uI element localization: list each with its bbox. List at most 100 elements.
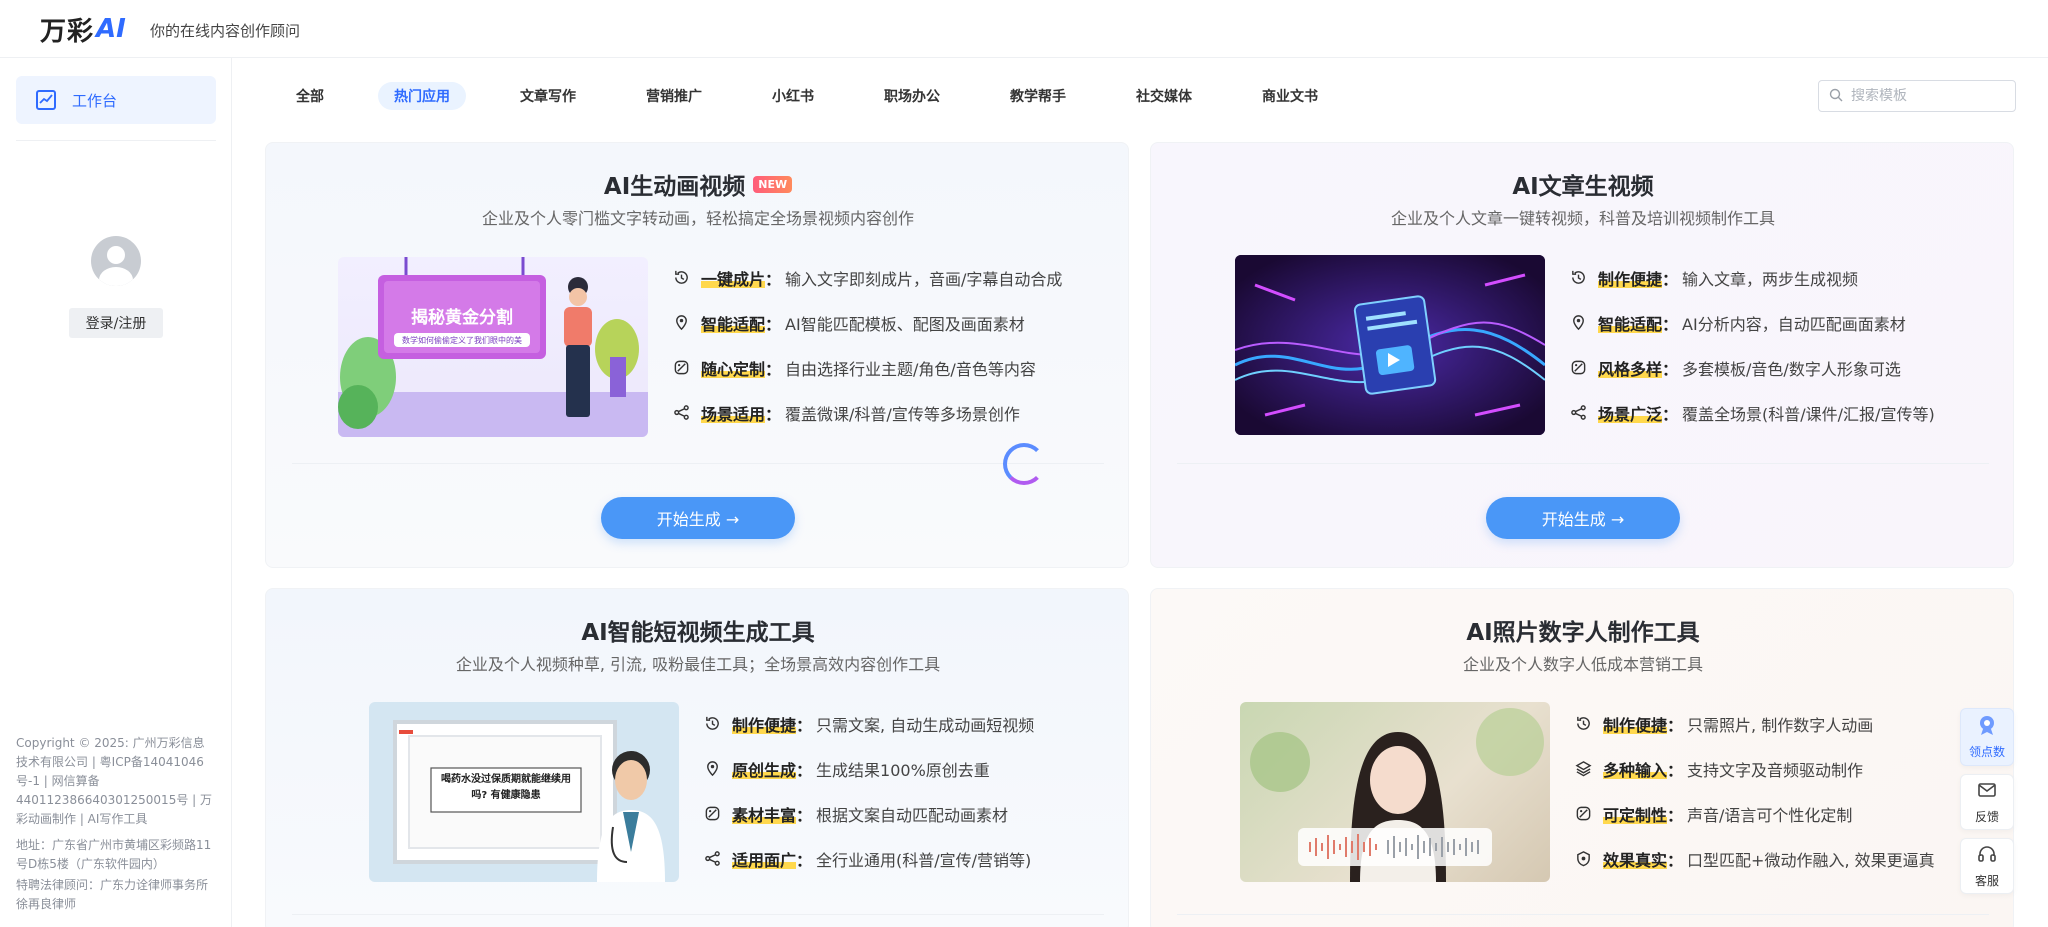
feature-key: 智能适配 [1598, 310, 1663, 335]
sidebar-item-label: 工作台 [72, 91, 118, 110]
tab-article-writing[interactable]: 文章写作 [504, 82, 592, 110]
refresh-clock-icon [1574, 715, 1592, 733]
card-ai-short-video-tool[interactable]: AI智能短视频生成工具 企业及个人视频种草, 引流, 吸粉最佳工具；全场景高效内… [265, 588, 1129, 927]
card-title: AI照片数字人制作工具 [1466, 620, 1700, 646]
location-pin-icon [703, 760, 721, 778]
get-points-button[interactable]: 领点数 [1960, 708, 2014, 766]
avatar[interactable] [91, 236, 141, 286]
colon: ： [765, 404, 782, 424]
custom-tag-icon [703, 805, 721, 823]
custom-tag-icon [1574, 805, 1592, 823]
refresh-clock-icon [1569, 269, 1587, 287]
footer-address: 地址：广东省广州市黄埔区彩频路11号D栋5楼（广东软件园内） [16, 838, 212, 871]
feature-key: 制作便捷 [1598, 265, 1663, 290]
feature-text: 声音/语言可个性化定制 [1687, 805, 1853, 825]
feature-key: 可定制性 [1603, 801, 1668, 826]
tab-all[interactable]: 全部 [280, 82, 340, 110]
card-title: AI生动画视频 NEW [266, 167, 1128, 201]
start-generate-button[interactable]: 开始生成 → [1486, 497, 1680, 539]
colon: ： [1667, 850, 1684, 870]
feature-text: 生成结果100%原创去重 [816, 760, 990, 780]
feature-text: 覆盖微课/科普/宣传等多场景创作 [785, 404, 1020, 424]
feature-text: 支持文字及音频驱动制作 [1687, 760, 1864, 780]
feature-text: 输入文章，两步生成视频 [1682, 269, 1859, 289]
feature-key: 原创生成 [732, 756, 797, 781]
card-subtitle: 企业及个人视频种草, 引流, 吸粉最佳工具；全场景高效内容创作工具 [455, 655, 941, 674]
new-badge: NEW [753, 176, 793, 193]
gift-icon [1976, 714, 1998, 743]
feature-item: 随心定制： 自由选择行业主题/角色/音色等内容 [672, 345, 1062, 390]
card-divider [292, 463, 1104, 464]
feature-key: 适用面广 [732, 846, 797, 871]
feature-text: 输入文字即刻成片，音画/字幕自动合成 [785, 269, 1063, 289]
start-generate-button[interactable]: 开始生成 → [601, 497, 795, 539]
feature-key: 制作便捷 [732, 711, 797, 736]
colon: ： [1662, 404, 1679, 424]
logo-text: 万彩 [40, 16, 95, 47]
card-thumbnail: 喝药水没过保质期就能继续用吗? 有健康隐患 [369, 702, 679, 882]
card-thumbnail: 揭秘黄金分割 数学如何偷偷定义了我们眼中的美 [338, 257, 648, 437]
search-input[interactable] [1851, 88, 2011, 104]
feature-text: 只需照片, 制作数字人动画 [1687, 715, 1874, 735]
float-tool-label: 领点数 [1968, 745, 2005, 759]
customer-service-button[interactable]: 客服 [1960, 838, 2014, 894]
feature-item: 场景广泛： 覆盖全场景(科普/课件/汇报/宣传等) [1569, 390, 1935, 435]
colon: ： [1667, 715, 1684, 735]
login-register-button[interactable]: 登录/注册 [69, 308, 163, 338]
card-title: AI智能短视频生成工具 [581, 620, 815, 646]
tab-office[interactable]: 职场办公 [868, 82, 956, 110]
search-box[interactable] [1818, 80, 2016, 112]
tab-xiaohongshu[interactable]: 小红书 [756, 82, 830, 110]
top-header: 万彩 AI 你的在线内容创作顾问 [0, 0, 2048, 58]
feature-item: 制作便捷： 输入文章，两步生成视频 [1569, 255, 1935, 300]
card-subtitle: 企业及个人文章一键转视频，科普及培训视频制作工具 [1390, 209, 1775, 228]
feature-item: 场景适用： 覆盖微课/科普/宣传等多场景创作 [672, 390, 1062, 435]
share-icon [703, 850, 721, 868]
thumb-title: 揭秘黄金分割 [411, 308, 513, 328]
colon: ： [1667, 805, 1684, 825]
tab-business-docs[interactable]: 商业文书 [1246, 82, 1334, 110]
feature-text: 口型匹配+微动作融入, 效果更逼真 [1687, 850, 1935, 870]
tab-teaching[interactable]: 教学帮手 [994, 82, 1082, 110]
tab-hot-apps[interactable]: 热门应用 [378, 82, 466, 110]
feature-item: 风格多样： 多套模板/音色/数字人形象可选 [1569, 345, 1935, 390]
share-icon [672, 404, 690, 422]
location-pin-icon [672, 314, 690, 332]
feature-item: 智能适配： AI分析内容，自动匹配画面素材 [1569, 300, 1935, 345]
colon: ： [765, 359, 782, 379]
feature-item: 制作便捷： 只需照片, 制作数字人动画 [1574, 701, 1935, 746]
colon: ： [796, 715, 813, 735]
feature-list: 制作便捷： 只需照片, 制作数字人动画 多种输入： 支持文字及音频驱动制作 可定… [1574, 701, 1935, 881]
feature-item: 素材丰富： 根据文案自动匹配动画素材 [703, 791, 1034, 836]
feature-key: 智能适配 [701, 310, 766, 335]
card-divider [292, 914, 1104, 915]
colon: ： [1662, 269, 1679, 289]
feedback-button[interactable]: 反馈 [1960, 774, 2014, 830]
sidebar-item-workbench[interactable]: 工作台 [16, 76, 216, 124]
card-divider [1177, 463, 1989, 464]
feature-key: 随心定制 [701, 355, 766, 380]
tab-social-media[interactable]: 社交媒体 [1120, 82, 1208, 110]
feature-text: 只需文案, 自动生成动画短视频 [816, 715, 1035, 735]
float-tool-label: 客服 [1974, 874, 1999, 888]
card-ai-article-to-video[interactable]: AI文章生视频 企业及个人文章一键转视频，科普及培训视频制作工具 制作便捷： 输… [1150, 142, 2014, 568]
brand-logo[interactable]: 万彩 AI [40, 12, 126, 47]
card-ai-animation-video[interactable]: AI生动画视频 NEW 企业及个人零门槛文字转动画，轻松搞定全场景视频内容创作 揭… [265, 142, 1129, 568]
feature-key: 风格多样 [1598, 355, 1663, 380]
custom-tag-icon [1569, 359, 1587, 377]
card-title-text: AI生动画视频 [603, 174, 746, 200]
colon: ： [1667, 760, 1684, 780]
card-thumbnail [1240, 702, 1550, 882]
feature-key: 场景适用 [701, 400, 766, 425]
card-ai-photo-digital-human[interactable]: AI照片数字人制作工具 企业及个人数字人低成本营销工具 制作便捷 ： 只需照片,… [1150, 588, 2014, 927]
mail-icon [1976, 779, 1998, 808]
feature-item: 多种输入： 支持文字及音频驱动制作 [1574, 746, 1935, 791]
colon: ： [1662, 314, 1679, 334]
feature-text: 覆盖全场景(科普/课件/汇报/宣传等) [1682, 404, 1935, 424]
card-title: AI文章生视频 [1512, 174, 1654, 200]
feature-key: 素材丰富 [732, 801, 797, 826]
colon: ： [796, 805, 813, 825]
tab-marketing[interactable]: 营销推广 [630, 82, 718, 110]
card-divider [1177, 914, 1989, 915]
feature-item: 适用面广： 全行业通用(科普/宣传/营销等) [703, 836, 1034, 881]
